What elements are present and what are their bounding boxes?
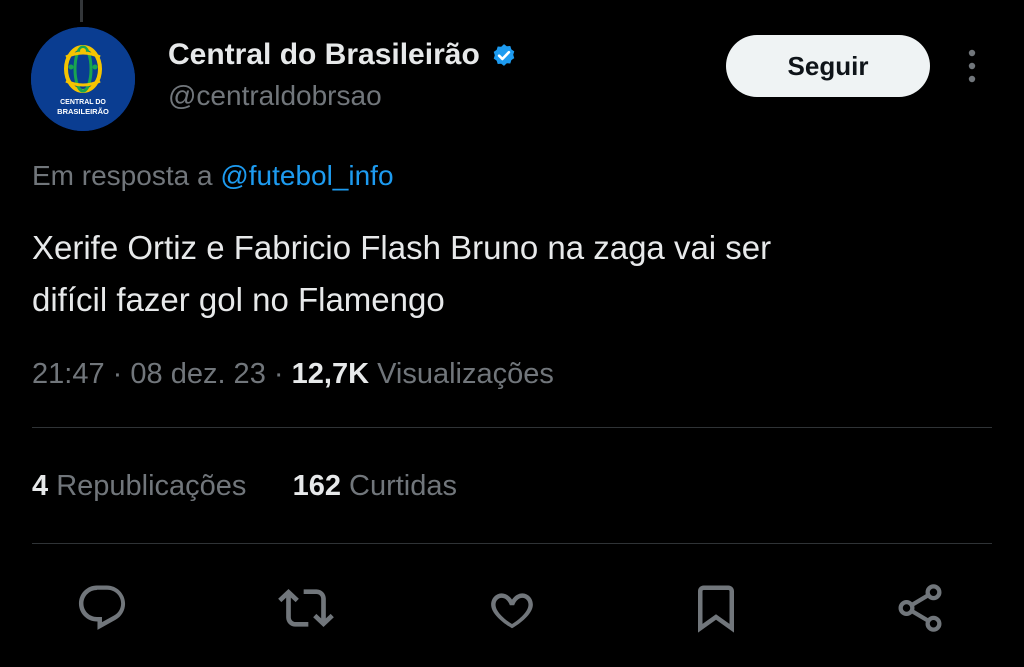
likes-count: 162: [292, 470, 341, 502]
author-handle[interactable]: @centraldobrsao: [168, 80, 382, 112]
author-name-text[interactable]: Central do Brasileirão: [168, 38, 480, 72]
tweet-meta: 21:47 · 08 dez. 23 · 12,7K Visualizações: [32, 358, 554, 391]
more-vertical-icon[interactable]: [958, 44, 986, 88]
tweet-time[interactable]: 21:47: [32, 358, 105, 390]
views-label[interactable]: Visualizações: [377, 358, 554, 390]
divider: [32, 543, 992, 544]
thread-connector-line: [80, 0, 83, 22]
reply-context-prefix: Em resposta a: [32, 160, 213, 191]
tweet-text-line: difícil fazer gol no Flamengo: [32, 281, 445, 318]
follow-button[interactable]: Seguir: [726, 35, 930, 97]
views-count[interactable]: 12,7K: [292, 358, 369, 390]
author-display-name[interactable]: Central do Brasileirão: [168, 38, 518, 72]
reposts-count: 4: [32, 470, 49, 502]
likes-stat[interactable]: 162 Curtidas: [293, 470, 457, 502]
avatar-text-line1: CENTRAL DO: [60, 99, 106, 106]
meta-separator: ·: [112, 358, 123, 390]
brasileirao-logo-icon: CENTRAL DO BRASILEIRÃO: [31, 27, 135, 131]
tweet-text-line: Xerife Ortiz e Fabricio Flash Bruno na z…: [32, 229, 772, 266]
avatar-text-line2: BRASILEIRÃO: [57, 107, 109, 116]
tweet-date[interactable]: 08 dez. 23: [130, 358, 265, 390]
bookmark-icon[interactable]: [688, 580, 744, 636]
heart-icon[interactable]: [484, 580, 540, 636]
repost-icon[interactable]: [278, 580, 334, 636]
engagement-stats: 4 Republicações 162 Curtidas: [32, 470, 457, 503]
reply-icon[interactable]: [74, 580, 130, 636]
tweet-text: Xerife Ortiz e Fabricio Flash Bruno na z…: [32, 222, 972, 326]
meta-separator: ·: [273, 358, 284, 390]
verified-badge-icon[interactable]: [490, 41, 518, 69]
reply-mention-link[interactable]: @futebol_info: [220, 160, 393, 191]
reposts-label: Republicações: [56, 470, 247, 502]
avatar[interactable]: CENTRAL DO BRASILEIRÃO: [31, 27, 135, 131]
reposts-stat[interactable]: 4 Republicações: [32, 470, 255, 502]
divider: [32, 427, 992, 428]
likes-label: Curtidas: [349, 470, 458, 502]
reply-context: Em resposta a @futebol_info: [32, 160, 394, 192]
share-icon[interactable]: [892, 580, 948, 636]
